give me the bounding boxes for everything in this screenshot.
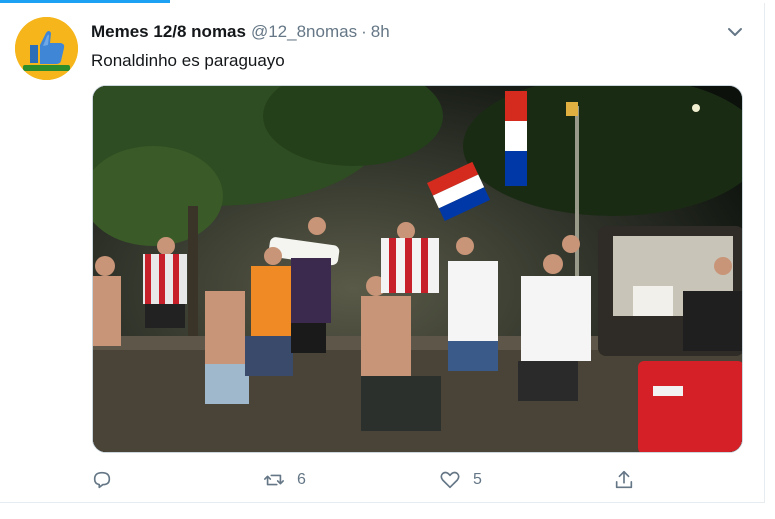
like-icon xyxy=(440,471,460,489)
display-name[interactable]: Memes 12/8 nomas xyxy=(91,22,246,42)
like-button[interactable]: 5 xyxy=(439,465,482,495)
share-button[interactable] xyxy=(613,465,635,495)
chevron-down-icon xyxy=(728,28,742,36)
reply-button[interactable] xyxy=(91,465,125,495)
tweet[interactable]: Memes 12/8 nomas @12_8nomas · 8h Ronaldi… xyxy=(0,3,765,503)
tweet-header: Memes 12/8 nomas @12_8nomas · 8h xyxy=(91,22,390,44)
like-count: 5 xyxy=(473,471,482,488)
separator-dot: · xyxy=(361,22,367,41)
retweet-count: 6 xyxy=(297,471,306,488)
retweet-button[interactable]: 6 xyxy=(263,465,306,495)
share-icon xyxy=(615,470,633,489)
user-handle[interactable]: @12_8nomas xyxy=(251,22,357,42)
celebration-photo xyxy=(93,86,742,452)
tweet-timestamp[interactable]: 8h xyxy=(371,22,390,42)
tweet-photo[interactable] xyxy=(92,85,743,453)
more-options-button[interactable] xyxy=(724,21,746,43)
avatar[interactable] xyxy=(15,17,78,80)
thumbs-up-icon xyxy=(15,17,78,80)
reply-icon xyxy=(93,471,111,489)
tweet-actions: 6 5 xyxy=(91,465,651,495)
retweet-icon xyxy=(264,474,284,486)
tweet-text: Ronaldinho es paraguayo xyxy=(91,51,285,70)
